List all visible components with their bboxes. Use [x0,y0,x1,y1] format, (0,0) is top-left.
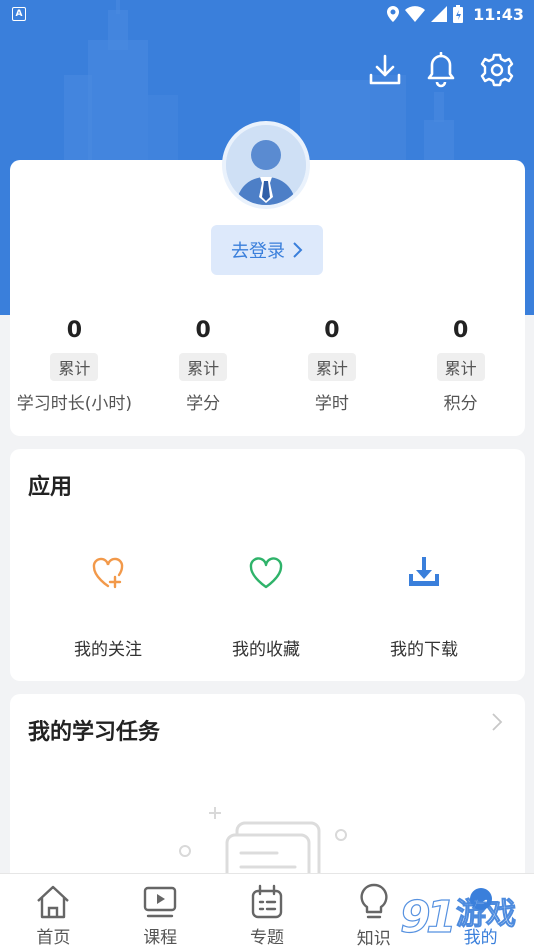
stat-label: 积分 [443,394,478,414]
app-my-follows[interactable]: 我的关注 [29,553,187,660]
stat-label: 学习时长(小时) [16,394,132,414]
topic-icon [247,882,287,921]
watermark-logo: 9 1 游戏 [399,891,516,943]
nav-label: 知识 [356,929,391,948]
app-label: 我的下载 [390,640,458,660]
status-bar: A 11:43 [0,0,534,28]
heart-plus-icon [88,553,128,593]
nav-label: 首页 [36,928,71,948]
signal-icon [431,6,448,22]
bulb-icon [354,882,394,922]
home-icon [33,882,73,921]
stats-row: 0 累计 学习时长(小时) 0 累计 学分 0 累计 学时 0 累计 积分 [10,315,525,414]
login-label: 去登录 [231,241,285,262]
nav-home[interactable]: 首页 [0,874,107,948]
gear-icon[interactable] [480,52,514,88]
stat-class-hours[interactable]: 0 累计 学时 [268,315,397,414]
stat-tag: 累计 [436,353,485,381]
app-label: 我的收藏 [232,640,300,660]
avatar[interactable] [222,121,310,209]
nav-topics[interactable]: 专题 [214,874,321,948]
stat-value: 0 [66,318,83,343]
stat-tag: 累计 [50,353,99,381]
nav-courses[interactable]: 课程 [107,874,214,948]
play-icon [140,882,180,921]
download-icon[interactable] [368,52,402,88]
nav-label: 专题 [249,928,284,948]
apps-title: 应用 [28,475,73,500]
status-time: 11:43 [473,4,524,24]
tasks-card[interactable]: 我的学习任务 [10,694,525,894]
stat-value: 0 [452,318,469,343]
stat-study-hours[interactable]: 0 累计 学习时长(小时) [10,315,139,414]
stat-value: 0 [195,318,211,343]
location-icon [387,6,400,22]
download-icon [404,553,444,593]
bell-icon[interactable] [424,52,458,88]
login-button[interactable]: 去登录 [211,225,323,275]
wifi-icon [405,6,426,22]
battery-icon [453,5,464,23]
empty-state-illustration [179,807,347,877]
stat-value: 0 [324,318,340,343]
chevron-right-icon[interactable] [491,712,503,732]
apps-grid: 我的关注 我的收藏 我的下载 [10,553,525,660]
stat-tag: 累计 [307,353,356,381]
header-actions [368,52,514,88]
stat-credits[interactable]: 0 累计 学分 [139,315,268,414]
app-label: 我的关注 [74,640,142,660]
tasks-title: 我的学习任务 [28,720,161,745]
nav-label: 课程 [143,928,178,948]
a-icon: A [12,7,26,21]
svg-text:游戏: 游戏 [456,897,516,932]
stat-tag: 累计 [179,353,228,381]
apps-card: 应用 我的关注 我的收藏 我的下载 [10,449,525,681]
svg-text:1: 1 [426,892,457,943]
stat-label: 学时 [314,394,349,414]
stat-points[interactable]: 0 累计 积分 [396,315,525,414]
stat-label: 学分 [186,394,221,414]
app-my-favorites[interactable]: 我的收藏 [187,553,345,660]
user-avatar-icon [226,125,306,205]
heart-icon [246,553,286,593]
chevron-right-icon [293,242,303,258]
app-my-downloads[interactable]: 我的下载 [345,553,503,660]
